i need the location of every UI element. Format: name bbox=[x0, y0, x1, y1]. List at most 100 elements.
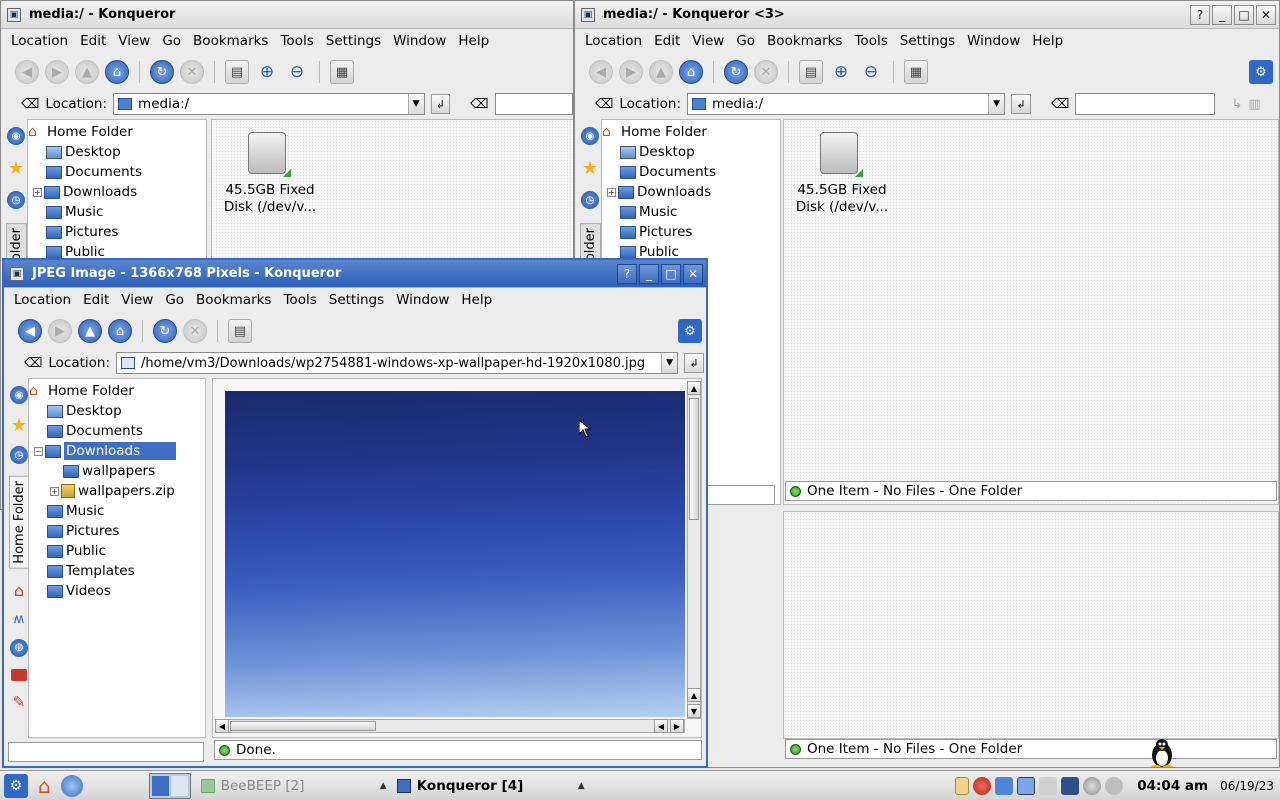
tree-item-music[interactable]: Music bbox=[602, 202, 780, 222]
menu-settings[interactable]: Settings bbox=[320, 33, 387, 49]
menu-tools[interactable]: Tools bbox=[274, 33, 319, 49]
zoom-out-icon[interactable]: ⊖ bbox=[859, 60, 883, 84]
scroll-up-button[interactable]: ▲ bbox=[687, 381, 701, 395]
titlebar[interactable]: ▣ media:/ - Konqueror bbox=[1, 1, 573, 29]
tree-item-music[interactable]: Music bbox=[28, 202, 206, 222]
file-view-bottom[interactable] bbox=[783, 511, 1279, 739]
konqueror-app-icon[interactable]: ▣ bbox=[581, 7, 595, 22]
hard-disk-icon[interactable] bbox=[248, 132, 291, 177]
konqueror-activity-icon[interactable]: ⚙ bbox=[678, 319, 702, 343]
menu-go[interactable]: Go bbox=[156, 33, 187, 49]
clear-search-icon[interactable]: ⌫ bbox=[470, 97, 488, 112]
go-button[interactable]: ↲ bbox=[430, 94, 451, 114]
minimize-button[interactable]: _ bbox=[1212, 4, 1232, 25]
chevron-down-icon[interactable]: ▼ bbox=[988, 94, 1005, 114]
menu-edit[interactable]: Edit bbox=[648, 33, 686, 49]
horizontal-scrollbar[interactable]: ◀ ◀ ▶ bbox=[215, 719, 685, 733]
help-button[interactable]: ? bbox=[617, 263, 637, 284]
konqueror-app-icon[interactable]: ▣ bbox=[10, 266, 24, 281]
tree-item-templates[interactable]: Templates bbox=[29, 561, 205, 581]
tree-item-home[interactable]: ⌂ Home Folder bbox=[29, 381, 205, 401]
clear-location-icon[interactable]: ⌫ bbox=[595, 97, 613, 112]
stop-icon[interactable]: ✕ bbox=[183, 319, 207, 343]
menu-settings[interactable]: Settings bbox=[894, 33, 961, 49]
k-menu-icon[interactable]: ⚙ bbox=[4, 773, 28, 798]
reload-icon[interactable]: ↻ bbox=[150, 60, 174, 84]
up-arrow-icon[interactable]: ▲ bbox=[649, 60, 673, 84]
tree-item-desktop[interactable]: Desktop bbox=[28, 142, 206, 162]
network-error-icon[interactable] bbox=[973, 776, 992, 795]
bookmark-arrow-icon[interactable]: ↳ bbox=[1231, 97, 1242, 112]
menu-bookmarks[interactable]: Bookmarks bbox=[187, 33, 274, 49]
klipper-icon[interactable] bbox=[955, 776, 970, 795]
go-button[interactable]: ↲ bbox=[1011, 94, 1032, 114]
stop-icon[interactable]: ✕ bbox=[180, 60, 204, 84]
location-combo[interactable]: /home/vm3/Downloads/wp2754881-windows-xp… bbox=[116, 352, 679, 374]
location-combo[interactable]: media:/ ▼ bbox=[687, 93, 1006, 115]
tree-item-documents[interactable]: Documents bbox=[29, 421, 205, 441]
maximize-button[interactable]: □ bbox=[661, 263, 681, 284]
bookmarks-compass-icon[interactable]: ◉ bbox=[10, 386, 28, 404]
scroll-right-button[interactable]: ▶ bbox=[670, 719, 684, 733]
titlebar[interactable]: ▣ media:/ - Konqueror <3> ? _ □ ✕ bbox=[575, 1, 1279, 29]
minimize-button[interactable]: _ bbox=[639, 263, 659, 284]
star-icon[interactable]: ★ bbox=[10, 415, 28, 436]
view-mode-icon[interactable]: ▦ bbox=[904, 60, 928, 84]
zoom-in-icon[interactable]: ⊕ bbox=[255, 60, 279, 84]
back-arrow-icon[interactable]: ◀ bbox=[589, 60, 613, 84]
tree-item-pictures[interactable]: Pictures bbox=[29, 521, 205, 541]
konqueror-activity-icon[interactable]: ⚙ bbox=[1249, 60, 1273, 84]
display-icon[interactable] bbox=[1017, 776, 1036, 795]
menu-location[interactable]: Location bbox=[5, 33, 74, 49]
tree-item-downloads[interactable]: + Downloads bbox=[28, 182, 206, 202]
vertical-scrollbar[interactable]: ▲ ▲ ▼ bbox=[687, 381, 701, 719]
menu-tools[interactable]: Tools bbox=[277, 292, 322, 308]
pager-desktop-1[interactable] bbox=[151, 775, 169, 796]
tree-item-music[interactable]: Music bbox=[29, 501, 205, 521]
menu-tools[interactable]: Tools bbox=[848, 33, 893, 49]
help-button[interactable]: ? bbox=[1190, 4, 1210, 25]
scroll-up-button-lower[interactable]: ▲ bbox=[687, 688, 701, 702]
up-arrow-icon[interactable]: ▲ bbox=[75, 60, 99, 84]
star-icon[interactable]: ★ bbox=[581, 158, 599, 179]
tree-item-downloads[interactable]: + Downloads bbox=[602, 182, 780, 202]
search-input[interactable] bbox=[1075, 93, 1216, 115]
back-arrow-icon[interactable]: ◀ bbox=[15, 60, 39, 84]
tree-item-downloads[interactable]: − Downloads bbox=[29, 441, 205, 461]
menu-window[interactable]: Window bbox=[961, 33, 1026, 49]
task-beebeep[interactable]: BeeBEEP [2] ▲ bbox=[200, 778, 387, 794]
menu-view[interactable]: View bbox=[112, 33, 156, 49]
home-icon[interactable]: ⌂ bbox=[38, 774, 51, 798]
clock-time[interactable]: 04:04 am bbox=[1137, 778, 1208, 794]
menu-location[interactable]: Location bbox=[579, 33, 648, 49]
menu-go[interactable]: Go bbox=[730, 33, 761, 49]
bookmarks-compass-icon[interactable]: ◉ bbox=[581, 127, 599, 145]
disk-label[interactable]: 45.5GB Fixed Disk (/dev/v... bbox=[790, 182, 894, 216]
print-icon[interactable]: ▤ bbox=[225, 60, 249, 84]
media-tab-icon[interactable]: ʍ bbox=[14, 612, 25, 627]
menu-help[interactable]: Help bbox=[452, 33, 495, 49]
menu-window[interactable]: Window bbox=[387, 33, 452, 49]
history-icon[interactable]: ◷ bbox=[581, 191, 599, 209]
menu-go[interactable]: Go bbox=[159, 292, 190, 308]
bookmarks-compass-icon[interactable]: ◉ bbox=[7, 127, 25, 145]
tree-item-home[interactable]: ⌂ Home Folder bbox=[28, 122, 206, 142]
star-icon[interactable]: ★ bbox=[7, 158, 25, 179]
disk-label[interactable]: 45.5GB Fixed Disk (/dev/v... bbox=[218, 182, 322, 216]
up-arrow-icon[interactable]: ▲ bbox=[78, 319, 102, 343]
expand-icon[interactable]: + bbox=[607, 187, 616, 197]
tree-item-wallpapers[interactable]: wallpapers bbox=[29, 461, 205, 481]
maximize-button[interactable]: □ bbox=[1234, 4, 1254, 25]
forward-arrow-icon[interactable]: ▶ bbox=[45, 60, 69, 84]
menu-edit[interactable]: Edit bbox=[74, 33, 112, 49]
home-tab-icon[interactable]: ⌂ bbox=[14, 581, 24, 600]
tree-item-desktop[interactable]: Desktop bbox=[29, 401, 205, 421]
back-arrow-icon[interactable]: ◀ bbox=[18, 319, 42, 343]
task-arrow-icon[interactable]: ▲ bbox=[380, 781, 387, 791]
scroll-left-button-right[interactable]: ◀ bbox=[654, 719, 668, 733]
print-icon[interactable]: ▤ bbox=[799, 60, 823, 84]
root-tab-icon[interactable]: ✎ bbox=[13, 693, 26, 711]
clock-date[interactable]: 06/19/23 bbox=[1220, 779, 1274, 793]
chevron-down-icon[interactable]: ▼ bbox=[661, 353, 678, 373]
desktop-pager-icon[interactable] bbox=[148, 772, 191, 799]
